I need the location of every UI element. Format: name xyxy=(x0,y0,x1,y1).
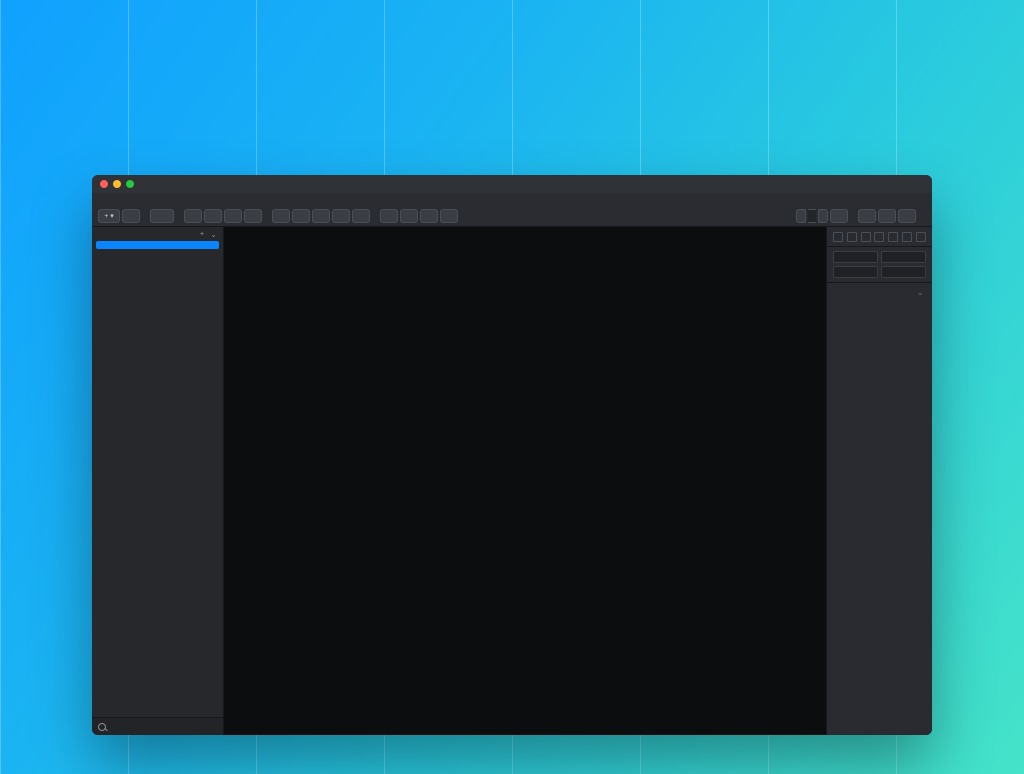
subtract-button[interactable] xyxy=(400,209,418,224)
layers-sidebar: + ⌄ xyxy=(92,227,224,735)
rotate-button[interactable] xyxy=(292,209,310,224)
pages-header: + ⌄ xyxy=(92,227,223,241)
style-section-header[interactable]: ⌄ xyxy=(827,282,932,302)
zoom-value[interactable] xyxy=(808,209,816,223)
traffic-lights xyxy=(100,180,134,188)
inspector-panel: ⌄ xyxy=(826,227,932,735)
create-symbol-button[interactable] xyxy=(150,209,174,224)
x-field[interactable] xyxy=(833,251,878,263)
edit-button[interactable] xyxy=(272,209,290,224)
close-icon[interactable] xyxy=(100,180,108,188)
align-right-icon[interactable] xyxy=(861,232,871,242)
filter-bar xyxy=(92,717,223,735)
align-middle-icon[interactable] xyxy=(888,232,898,242)
mask-button[interactable] xyxy=(312,209,330,224)
h-field[interactable] xyxy=(881,266,926,278)
insert-button[interactable] xyxy=(98,209,120,224)
flatten-button[interactable] xyxy=(352,209,370,224)
w-field[interactable] xyxy=(833,266,878,278)
align-bottom-icon[interactable] xyxy=(902,232,912,242)
sketch-window: + ⌄ xyxy=(92,175,932,735)
artboard-grid xyxy=(234,287,816,705)
promo-background: + ⌄ xyxy=(0,0,1024,774)
data-button[interactable] xyxy=(122,209,140,224)
page-item[interactable] xyxy=(92,257,223,265)
difference-button[interactable] xyxy=(440,209,458,224)
ungroup-button[interactable] xyxy=(244,209,262,224)
scale-button[interactable] xyxy=(332,209,350,224)
group-button[interactable] xyxy=(224,209,242,224)
view-button[interactable] xyxy=(830,209,848,224)
window-titlebar xyxy=(92,175,932,193)
collapse-pages-icon[interactable]: ⌄ xyxy=(211,231,217,239)
align-top-icon[interactable] xyxy=(874,232,884,242)
preview-button[interactable] xyxy=(858,209,876,224)
union-button[interactable] xyxy=(380,209,398,224)
align-left-icon[interactable] xyxy=(833,232,843,242)
cloud-button[interactable] xyxy=(878,209,896,224)
export-button[interactable] xyxy=(898,209,916,224)
pages-list xyxy=(92,241,223,265)
main-area: + ⌄ xyxy=(92,227,932,735)
toolbar xyxy=(92,193,932,227)
position-size-fields xyxy=(827,247,932,282)
distribute-icon[interactable] xyxy=(916,232,926,242)
zoom-control[interactable] xyxy=(796,209,828,224)
y-field[interactable] xyxy=(881,251,926,263)
layer-list xyxy=(92,273,223,717)
page-item[interactable] xyxy=(96,241,219,249)
chevron-down-icon: ⌄ xyxy=(917,288,924,297)
backward-button[interactable] xyxy=(204,209,222,224)
zoom-out-icon[interactable] xyxy=(796,209,806,223)
add-page-icon[interactable]: + xyxy=(200,231,205,239)
page-item[interactable] xyxy=(92,249,223,257)
zoom-window-icon[interactable] xyxy=(126,180,134,188)
align-center-icon[interactable] xyxy=(847,232,857,242)
align-controls xyxy=(827,227,932,247)
canvas[interactable] xyxy=(224,227,826,735)
zoom-in-icon[interactable] xyxy=(818,209,828,223)
forward-button[interactable] xyxy=(184,209,202,224)
intersect-button[interactable] xyxy=(420,209,438,224)
search-icon xyxy=(98,723,106,731)
minimize-icon[interactable] xyxy=(113,180,121,188)
